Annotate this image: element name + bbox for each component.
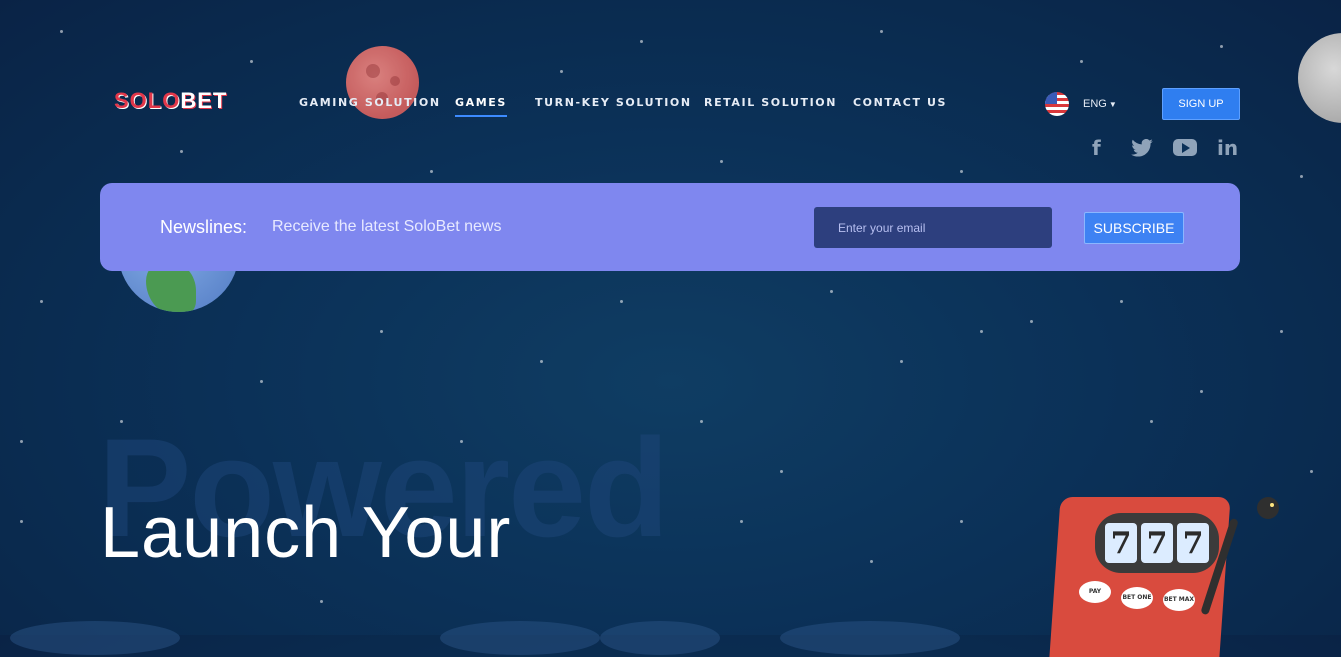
slot-bet-one-button: BET ONE <box>1121 587 1153 609</box>
newsletter-subtitle: Receive the latest SoloBet news <box>272 218 502 235</box>
slot-reels: 7 7 7 <box>1105 523 1209 563</box>
nav-item-retail-solution[interactable]: RETAIL SOLUTION <box>704 96 837 109</box>
newsletter-title: Newslines: <box>160 217 248 237</box>
moon-decoration <box>1298 33 1341 123</box>
logo-text-solo: SOLO <box>114 88 181 113</box>
caret-down-icon: ▼ <box>1108 100 1117 109</box>
signup-button[interactable]: SIGN UP <box>1162 88 1240 120</box>
nav-item-turn-key-solution[interactable]: TURN-KEY SOLUTION <box>535 96 692 109</box>
subscribe-button[interactable]: SUBSCRIBE <box>1084 212 1184 244</box>
hero-headline: Launch Your <box>100 493 512 573</box>
slot-lever-knob <box>1257 497 1279 519</box>
slot-pay-button: PAY <box>1079 581 1111 603</box>
nav-item-games[interactable]: GAMES <box>455 96 507 117</box>
slot-machine-illustration: 7 7 7 PAY BET ONE BET MAX <box>1045 497 1285 657</box>
language-label: ENG <box>1083 98 1107 110</box>
newsletter-banner: Newslines: Receive the latest SoloBet ne… <box>100 183 1240 271</box>
language-selector[interactable]: ENG ▼ <box>1045 92 1117 116</box>
nav-item-contact-us[interactable]: CONTACT US <box>853 96 947 109</box>
email-input[interactable] <box>814 207 1052 248</box>
youtube-icon[interactable] <box>1173 139 1197 156</box>
slot-reel: 7 <box>1177 523 1209 563</box>
logo-text-bet: BET <box>180 88 228 113</box>
slot-reel: 7 <box>1105 523 1137 563</box>
facebook-icon[interactable]: f <box>1092 136 1101 160</box>
us-flag-icon <box>1045 92 1069 116</box>
nav-item-gaming-solution[interactable]: GAMING SOLUTION <box>299 96 441 109</box>
solobet-logo[interactable]: SOLOBET <box>114 88 227 114</box>
linkedin-icon[interactable]: in <box>1217 136 1238 160</box>
slot-bet-max-button: BET MAX <box>1163 589 1195 611</box>
slot-reel: 7 <box>1141 523 1173 563</box>
twitter-icon[interactable] <box>1131 139 1153 157</box>
bottom-clouds-decoration <box>0 621 1341 655</box>
